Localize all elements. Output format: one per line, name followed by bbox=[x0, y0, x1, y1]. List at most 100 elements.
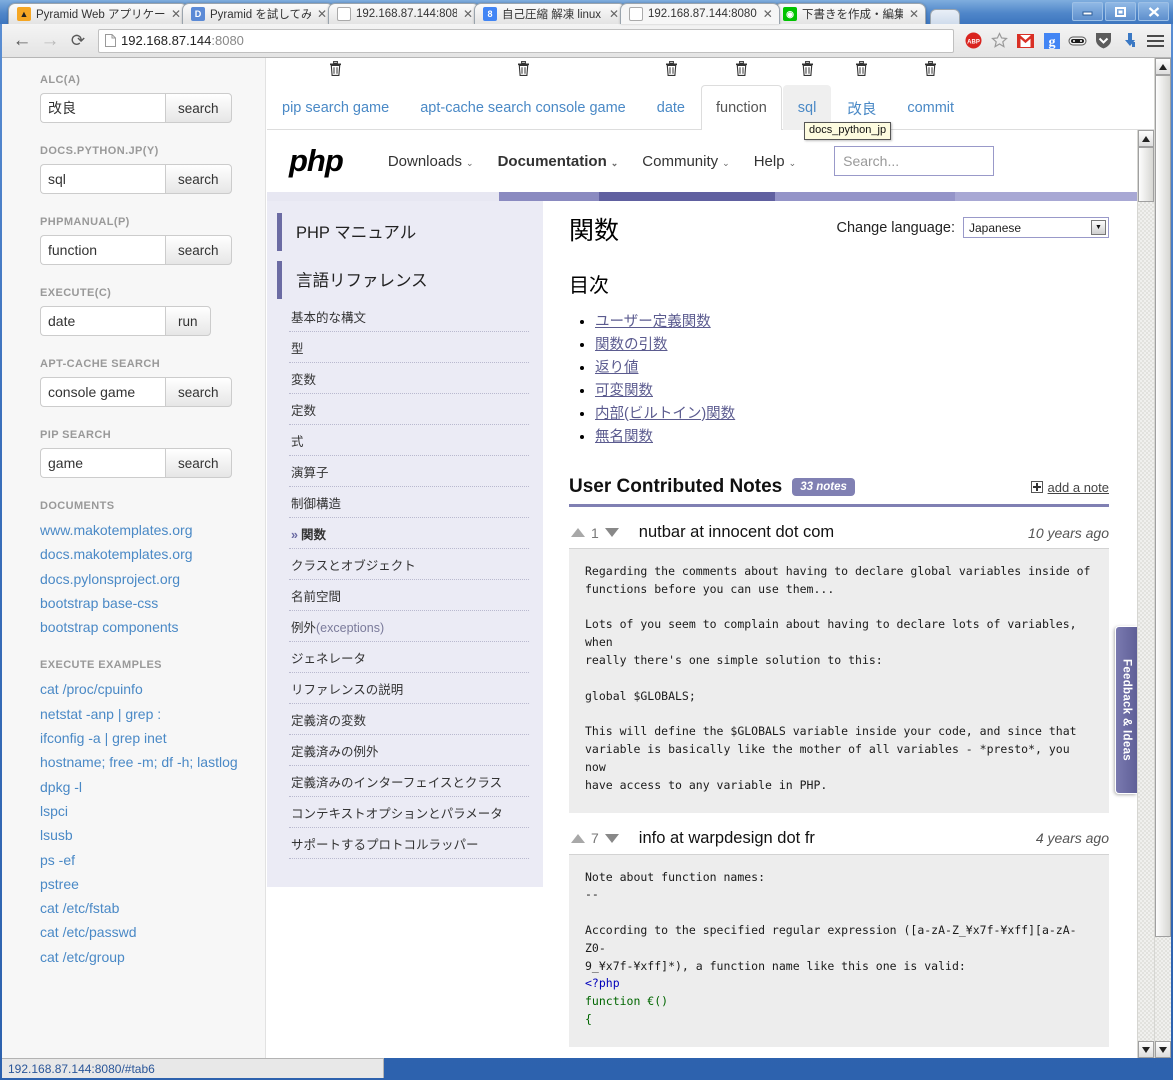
document-link-2[interactable]: docs.pylonsproject.org bbox=[40, 569, 180, 589]
app-tab-0[interactable]: pip search game bbox=[267, 85, 404, 130]
language-select[interactable]: Japanese ▼ bbox=[963, 217, 1109, 238]
execute-input[interactable] bbox=[40, 306, 165, 336]
docs-python-jp-search-button[interactable]: search bbox=[165, 164, 232, 194]
app-tab-2[interactable]: date bbox=[642, 85, 700, 130]
php-nav-item-3[interactable]: 定数 bbox=[289, 394, 529, 425]
frame-scroll-down-button[interactable] bbox=[1138, 1041, 1154, 1058]
php-nav-item-13[interactable]: 定義済の変数 bbox=[289, 704, 529, 735]
php-nav-community[interactable]: Community⌄ bbox=[642, 153, 729, 170]
close-icon[interactable]: ✕ bbox=[909, 7, 919, 21]
close-icon[interactable]: ✕ bbox=[171, 7, 181, 21]
trash-icon[interactable] bbox=[328, 61, 344, 79]
alc-input[interactable] bbox=[40, 93, 165, 123]
browser-tab-1[interactable]: DPyramid を試してみる –✕ bbox=[182, 3, 334, 24]
maximize-button[interactable] bbox=[1105, 2, 1136, 21]
toc-link-3[interactable]: 可変関数 bbox=[595, 383, 653, 399]
php-nav-documentation[interactable]: Documentation⌄ bbox=[498, 153, 619, 170]
docs-python-jp-input[interactable] bbox=[40, 164, 165, 194]
execute-example-link-3[interactable]: hostname; free -m; df -h; lastlog bbox=[40, 752, 238, 772]
php-nav-item-8[interactable]: クラスとオブジェクト bbox=[289, 549, 529, 580]
pip-search-search-button[interactable]: search bbox=[165, 448, 232, 478]
toc-link-4[interactable]: 内部(ビルトイン)関数 bbox=[595, 406, 735, 422]
vote-down-icon[interactable] bbox=[605, 528, 619, 537]
php-nav-item-5[interactable]: 演算子 bbox=[289, 456, 529, 487]
bookmark-star-icon[interactable] bbox=[990, 31, 1009, 50]
apt-cache-search-input[interactable] bbox=[40, 377, 165, 407]
execute-example-link-0[interactable]: cat /proc/cpuinfo bbox=[40, 679, 143, 699]
add-note-control[interactable]: add a note bbox=[1031, 480, 1109, 495]
minimize-button[interactable] bbox=[1072, 2, 1103, 21]
trash-icon[interactable] bbox=[515, 61, 531, 79]
toc-link-0[interactable]: ユーザー定義関数 bbox=[595, 314, 711, 330]
toc-link-1[interactable]: 関数の引数 bbox=[595, 337, 668, 353]
frame-scrollbar[interactable] bbox=[1137, 130, 1154, 1058]
php-nav-item-9[interactable]: 名前空間 bbox=[289, 580, 529, 611]
close-icon[interactable]: ✕ bbox=[317, 7, 327, 21]
app-tab-6[interactable]: commit bbox=[892, 85, 969, 130]
php-nav-item-2[interactable]: 変数 bbox=[289, 363, 529, 394]
page-scrollbar-thumb[interactable] bbox=[1155, 75, 1171, 937]
pip-search-input[interactable] bbox=[40, 448, 165, 478]
address-bar[interactable]: 192.168.87.144:8080 bbox=[98, 29, 954, 53]
phpmanual-input[interactable] bbox=[40, 235, 165, 265]
toc-link-5[interactable]: 無名関数 bbox=[595, 429, 653, 445]
trash-icon[interactable] bbox=[663, 61, 679, 79]
php-nav-item-16[interactable]: コンテキストオプションとパラメータ bbox=[289, 797, 529, 828]
add-note-link[interactable]: add a note bbox=[1048, 480, 1109, 495]
execute-example-link-9[interactable]: cat /etc/fstab bbox=[40, 898, 119, 918]
lastpass-shield-icon[interactable] bbox=[1094, 31, 1113, 50]
php-nav-item-12[interactable]: リファレンスの説明 bbox=[289, 673, 529, 704]
back-button[interactable]: ← bbox=[8, 31, 36, 50]
apt-cache-search-search-button[interactable]: search bbox=[165, 377, 232, 407]
app-tab-1[interactable]: apt-cache search console game bbox=[405, 85, 641, 130]
phpmanual-search-button[interactable]: search bbox=[165, 235, 232, 265]
php-nav-item-4[interactable]: 式 bbox=[289, 425, 529, 456]
page-scrollbar[interactable] bbox=[1154, 58, 1171, 1058]
php-nav-item-7[interactable]: »関数 bbox=[289, 518, 529, 549]
download-icon[interactable] bbox=[1120, 31, 1139, 50]
trash-icon[interactable] bbox=[734, 61, 750, 79]
vote-up-icon[interactable] bbox=[571, 834, 585, 843]
php-nav-item-11[interactable]: ジェネレータ bbox=[289, 642, 529, 673]
php-nav-downloads[interactable]: Downloads⌄ bbox=[388, 153, 474, 170]
browser-tab-4[interactable]: 192.168.87.144:8080✕ bbox=[620, 3, 780, 24]
adblock-plus-icon[interactable]: ABP bbox=[964, 31, 983, 50]
php-search-input[interactable]: Search... bbox=[834, 146, 994, 176]
document-link-3[interactable]: bootstrap base-css bbox=[40, 593, 158, 613]
document-link-0[interactable]: www.makotemplates.org bbox=[40, 520, 193, 540]
execute-example-link-7[interactable]: ps -ef bbox=[40, 850, 75, 870]
php-nav-item-0[interactable]: 基本的な構文 bbox=[289, 301, 529, 332]
php-nav-item-6[interactable]: 制御構造 bbox=[289, 487, 529, 518]
execute-example-link-10[interactable]: cat /etc/passwd bbox=[40, 922, 137, 942]
execute-example-link-2[interactable]: ifconfig -a | grep inet bbox=[40, 728, 167, 748]
close-button[interactable] bbox=[1138, 2, 1169, 21]
close-icon[interactable]: ✕ bbox=[763, 7, 773, 21]
browser-tab-2[interactable]: 192.168.87.144:8080/#t✕ bbox=[328, 3, 480, 24]
proxy-mask-icon[interactable] bbox=[1068, 31, 1087, 50]
toc-link-2[interactable]: 返り値 bbox=[595, 360, 639, 376]
chrome-menu-icon[interactable] bbox=[1146, 31, 1165, 50]
php-nav-item-15[interactable]: 定義済みのインターフェイスとクラス bbox=[289, 766, 529, 797]
page-scroll-down-button[interactable] bbox=[1155, 1041, 1171, 1058]
execute-example-link-11[interactable]: cat /etc/group bbox=[40, 947, 125, 967]
execute-example-link-8[interactable]: pstree bbox=[40, 874, 79, 894]
app-tab-3[interactable]: function bbox=[701, 85, 782, 130]
frame-scroll-up-button[interactable] bbox=[1138, 130, 1154, 147]
vote-up-icon[interactable] bbox=[571, 528, 585, 537]
reload-button[interactable]: ⟳ bbox=[64, 32, 92, 49]
document-link-1[interactable]: docs.makotemplates.org bbox=[40, 544, 193, 564]
php-nav-item-17[interactable]: サポートするプロトコルラッパー bbox=[289, 828, 529, 859]
page-scroll-up-button[interactable] bbox=[1155, 58, 1171, 75]
browser-tab-0[interactable]: ▲Pyramid Web アプリケー✕ bbox=[8, 3, 188, 24]
browser-tab-3[interactable]: 8自己圧縮 解凍 linux –✕ bbox=[474, 3, 626, 24]
close-icon[interactable]: ✕ bbox=[609, 7, 619, 21]
gmail-icon[interactable] bbox=[1016, 31, 1035, 50]
php-nav-help[interactable]: Help⌄ bbox=[754, 153, 796, 170]
browser-tab-5[interactable]: ◉下書きを作成・編集 – G✕ bbox=[774, 3, 926, 24]
alc-search-button[interactable]: search bbox=[165, 93, 232, 123]
frame-scrollbar-thumb[interactable] bbox=[1138, 147, 1154, 202]
execute-example-link-6[interactable]: lsusb bbox=[40, 825, 73, 845]
trash-icon[interactable] bbox=[800, 61, 816, 79]
close-icon[interactable]: ✕ bbox=[463, 7, 473, 21]
google-icon[interactable]: g bbox=[1042, 31, 1061, 50]
